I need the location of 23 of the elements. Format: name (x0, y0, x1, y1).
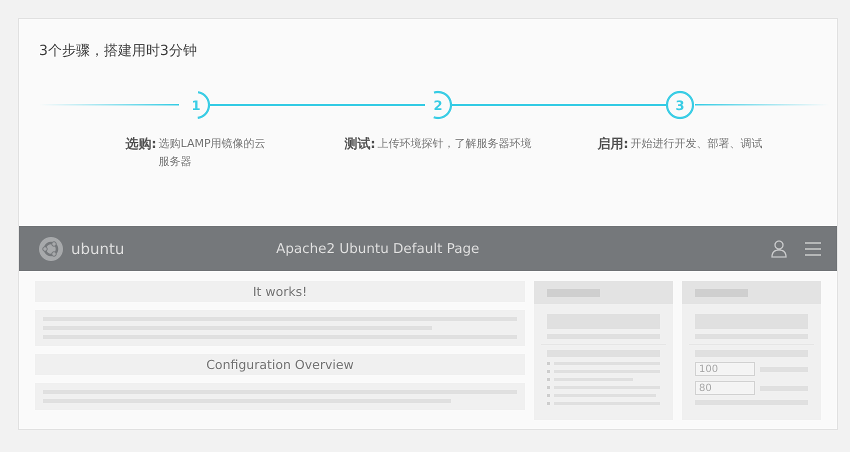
step-description: 开始进行开发、部署、调试 (630, 136, 763, 152)
brand-name: ubuntu (71, 240, 124, 258)
menu-icon[interactable] (805, 242, 821, 256)
step-description: 选购LAMP用镜像的云服务器 (158, 136, 267, 170)
page-title: Apache2 Ubuntu Default Page (275, 240, 480, 256)
bullet-icon (547, 378, 550, 381)
section-heading: Configuration Overview (35, 354, 525, 375)
section-heading: It works! (35, 281, 525, 302)
step-title: 选购: (125, 136, 157, 153)
step-title: 启用: (597, 136, 629, 153)
steps-heading: 3个步骤，搭建用时3分钟 (39, 42, 197, 60)
input-field[interactable]: 80 (695, 381, 755, 395)
bullet-icon (547, 362, 550, 365)
bullet-icon (547, 370, 550, 373)
bullet-icon (547, 386, 550, 389)
bullet-icon (547, 402, 550, 405)
step-marker: 3 (666, 90, 694, 120)
user-icon[interactable] (771, 240, 787, 258)
step-title: 测试: (344, 136, 376, 153)
bullet-icon (547, 394, 550, 397)
step-description: 上传环境探针，了解服务器环境 (378, 136, 532, 152)
input-field[interactable]: 100 (695, 362, 755, 376)
logo-icon (39, 236, 63, 260)
